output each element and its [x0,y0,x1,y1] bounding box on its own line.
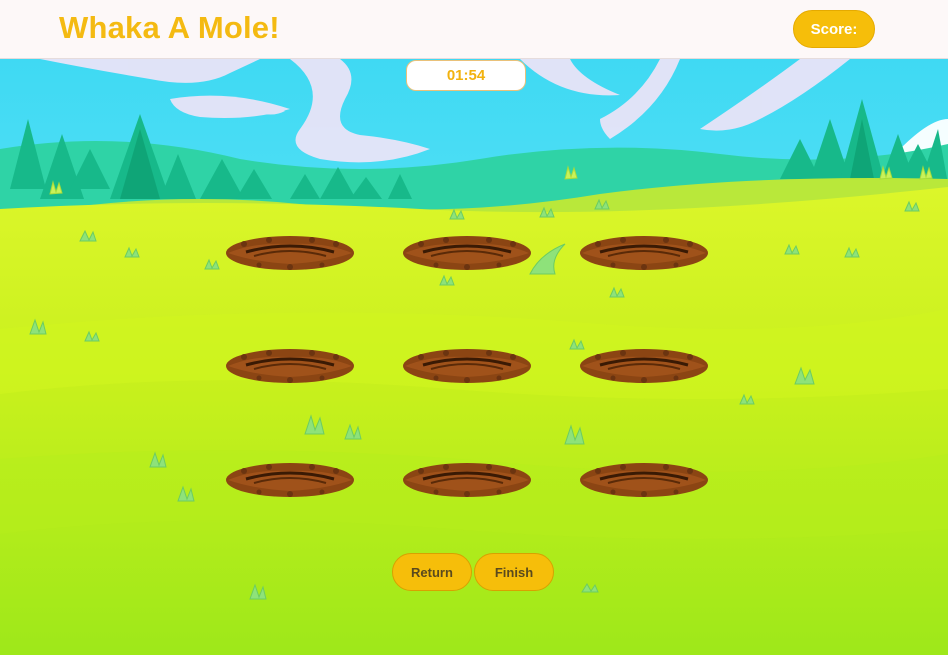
mole-hole[interactable] [224,459,356,499]
return-button[interactable]: Return [392,553,472,591]
mole-hole[interactable] [578,345,710,385]
dirt-hole-icon [226,236,354,270]
mole-hole[interactable] [401,459,533,499]
finish-button[interactable]: Finish [474,553,554,591]
dirt-hole-icon [403,463,531,497]
game-timer: 01:54 [406,60,526,91]
mole-hole[interactable] [578,459,710,499]
mole-hole[interactable] [224,232,356,272]
score-button[interactable]: Score: [793,10,875,48]
dirt-hole-icon [226,349,354,383]
dirt-hole-icon [403,349,531,383]
dirt-hole-icon [580,236,708,270]
game-title: Whaka A Mole! [59,10,280,45]
mole-hole[interactable] [401,345,533,385]
dirt-hole-icon [580,349,708,383]
mole-hole[interactable] [401,232,533,272]
mole-hole[interactable] [224,345,356,385]
mole-hole[interactable] [578,232,710,272]
dirt-hole-icon [403,236,531,270]
dirt-hole-icon [226,463,354,497]
dirt-hole-icon [580,463,708,497]
top-bar: Whaka A Mole! Score: [0,0,948,59]
